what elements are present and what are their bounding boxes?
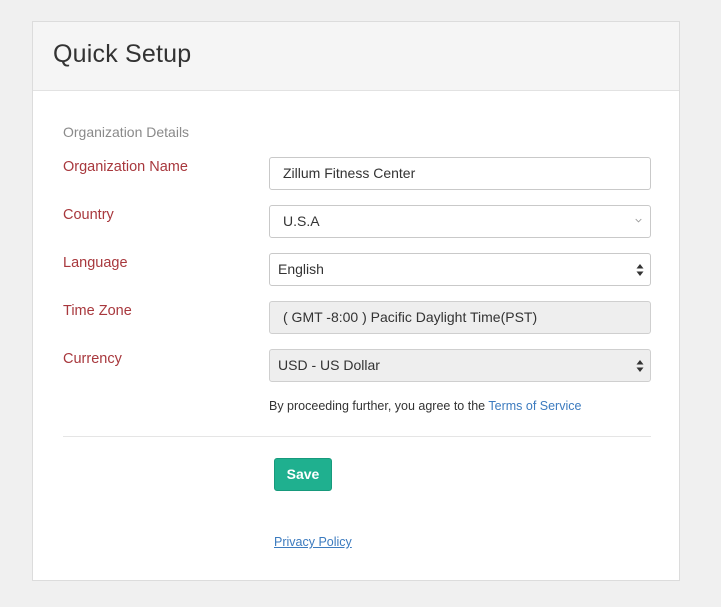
chevron-down-icon: [635, 218, 642, 223]
terms-of-service-link[interactable]: Terms of Service: [488, 399, 581, 413]
currency-value: USD - US Dollar: [278, 357, 380, 373]
terms-notice: By proceeding further, you agree to the …: [269, 399, 581, 413]
section-label-organization-details: Organization Details: [63, 124, 190, 140]
language-label: Language: [63, 255, 128, 271]
country-label: Country: [63, 207, 114, 223]
card-header: Quick Setup: [33, 22, 679, 91]
page-title: Quick Setup: [53, 40, 192, 68]
currency-select[interactable]: USD - US Dollar: [269, 349, 651, 382]
currency-label: Currency: [63, 351, 122, 367]
privacy-policy-link[interactable]: Privacy Policy: [274, 535, 352, 549]
org-name-input[interactable]: Zillum Fitness Center: [269, 157, 651, 190]
country-value: U.S.A: [283, 213, 320, 229]
quick-setup-card: Quick Setup Organization Details Organiz…: [32, 21, 680, 581]
language-select[interactable]: English: [269, 253, 651, 286]
org-name-value: Zillum Fitness Center: [283, 165, 416, 181]
language-value: English: [278, 261, 324, 277]
timezone-value: ( GMT -8:00 ) Pacific Daylight Time(PST): [283, 309, 538, 325]
divider: [63, 436, 651, 437]
org-name-label: Organization Name: [63, 159, 188, 175]
country-select[interactable]: U.S.A: [269, 205, 651, 238]
terms-text: By proceeding further, you agree to the: [269, 399, 486, 413]
timezone-label: Time Zone: [63, 303, 132, 319]
up-down-arrows-icon: [636, 360, 644, 372]
up-down-arrows-icon: [636, 264, 644, 276]
timezone-field: ( GMT -8:00 ) Pacific Daylight Time(PST): [269, 301, 651, 334]
save-button[interactable]: Save: [274, 458, 332, 491]
